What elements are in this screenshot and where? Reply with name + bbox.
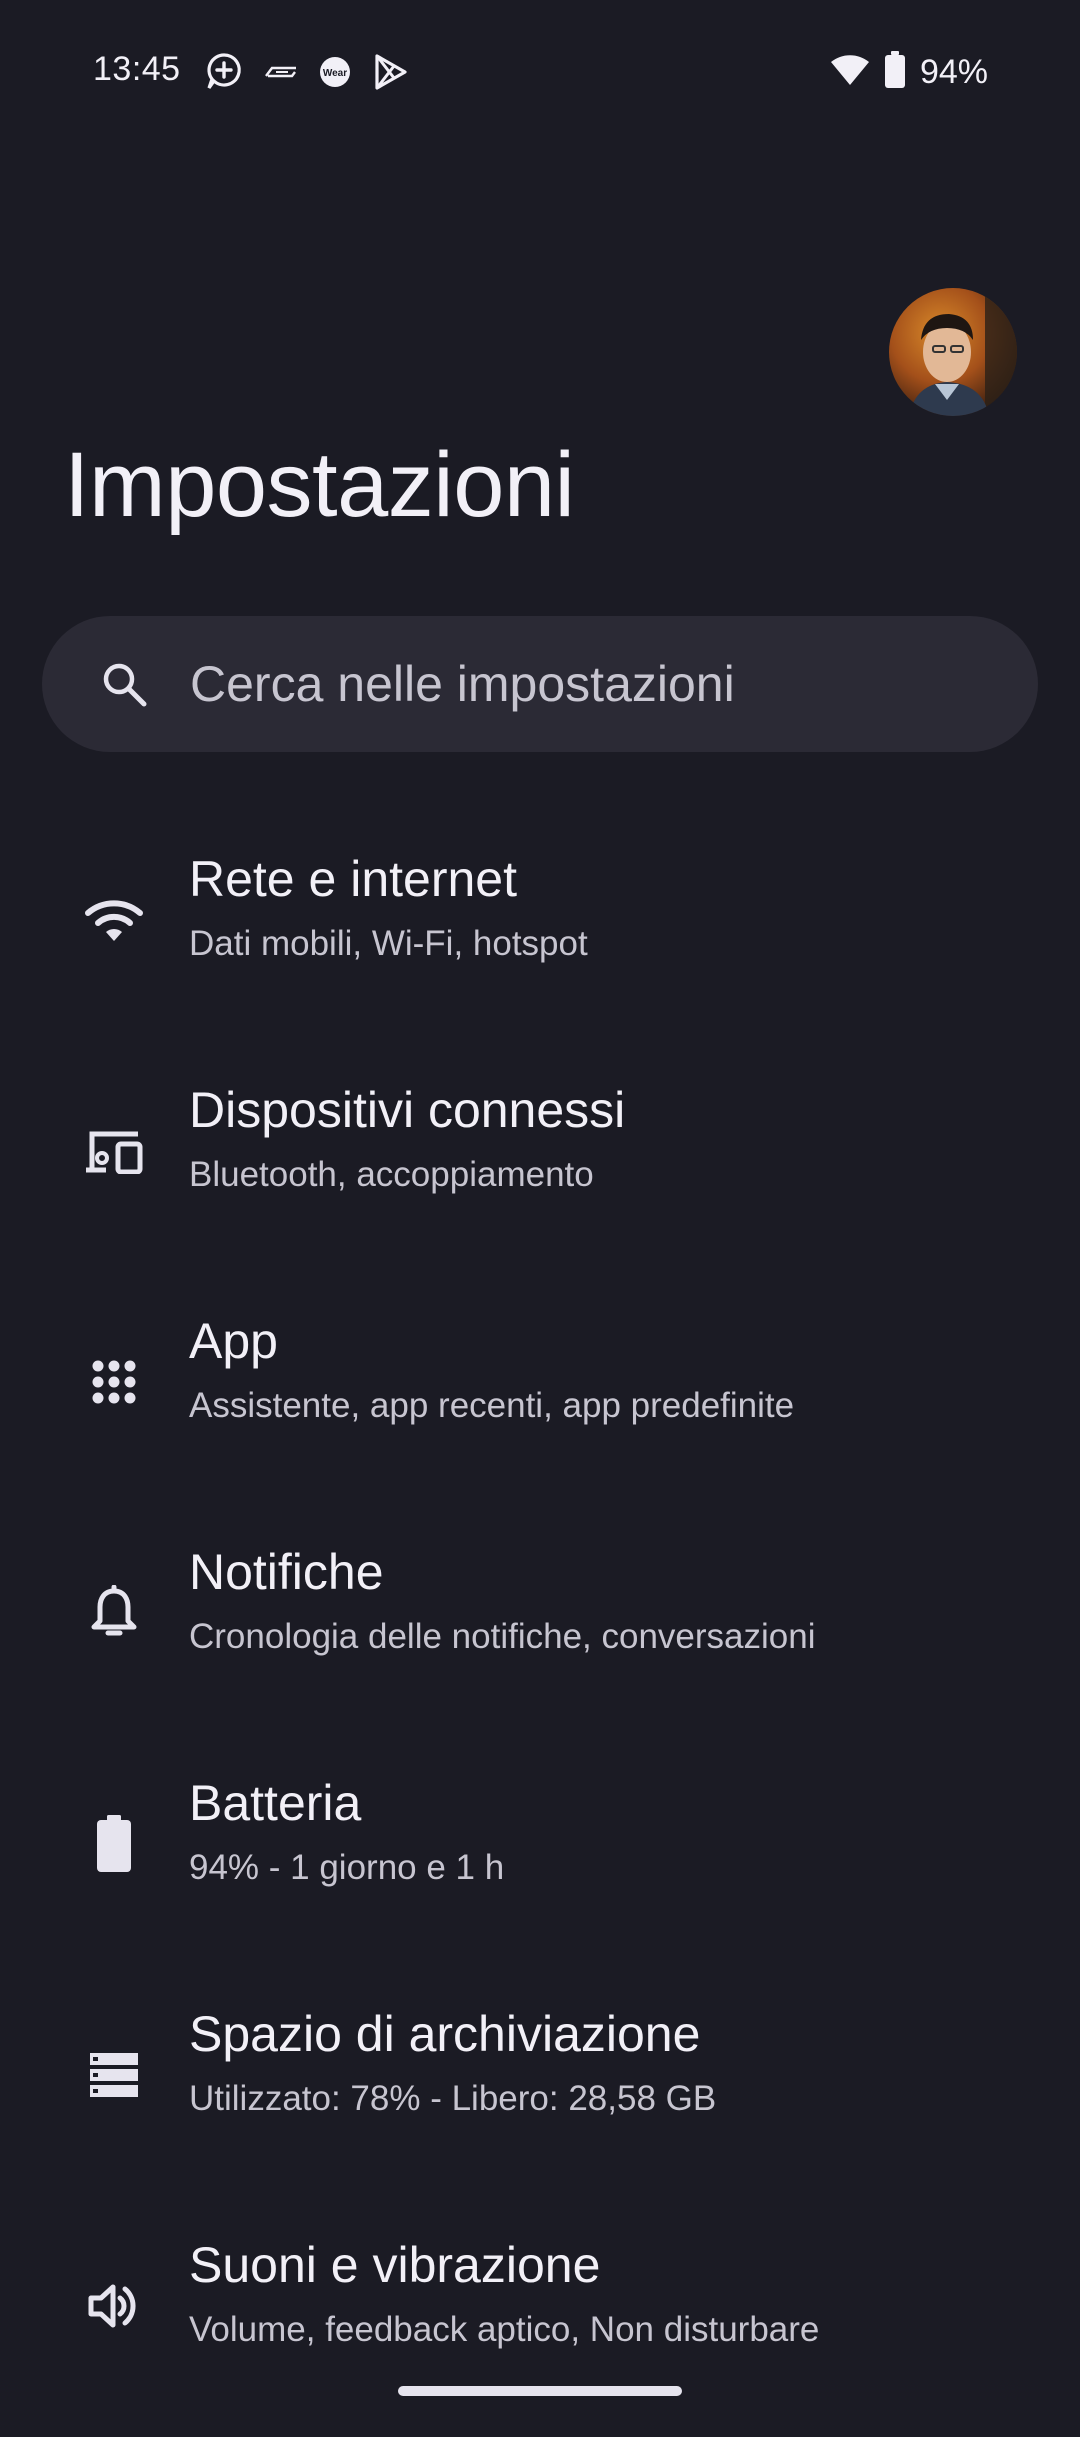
settings-item-title: Rete e internet: [189, 851, 517, 907]
battery-percentage: 94%: [919, 52, 988, 91]
settings-item-title: Suoni e vibrazione: [189, 2237, 601, 2293]
brand-logo-icon: [262, 65, 298, 79]
play-store-icon: [372, 52, 408, 92]
settings-item-connected-devices[interactable]: Dispositivi connessi Bluetooth, accoppia…: [0, 1051, 1080, 1282]
settings-item-title: Batteria: [189, 1775, 362, 1831]
settings-item-subtitle: Dati mobili, Wi-Fi, hotspot: [189, 924, 588, 963]
settings-item-subtitle: Bluetooth, accoppiamento: [189, 1155, 594, 1194]
profile-avatar[interactable]: [889, 288, 1017, 416]
wifi-icon: [830, 54, 870, 91]
storage-icon: [82, 2043, 146, 2107]
page-title: Impostazioni: [64, 434, 575, 536]
settings-item-sound[interactable]: Suoni e vibrazione Volume, feedback apti…: [0, 2206, 1080, 2437]
assistant-plus-icon: [206, 52, 242, 92]
settings-item-title: App: [189, 1313, 278, 1369]
settings-item-title: Spazio di archiviazione: [189, 2006, 701, 2062]
settings-item-subtitle: Assistente, app recenti, app predefinite: [189, 1386, 795, 1425]
wifi-icon: [82, 888, 146, 952]
settings-item-apps[interactable]: App Assistente, app recenti, app predefi…: [0, 1282, 1080, 1513]
connected-devices-icon: [82, 1119, 146, 1183]
settings-item-subtitle: Cronologia delle notifiche, conversazion…: [189, 1617, 816, 1656]
settings-list: Rete e internet Dati mobili, Wi-Fi, hots…: [0, 820, 1080, 2437]
wear-label: Wear: [323, 68, 347, 79]
status-time: 13:45: [93, 50, 181, 88]
settings-item-network[interactable]: Rete e internet Dati mobili, Wi-Fi, hots…: [0, 820, 1080, 1051]
settings-item-subtitle: Volume, feedback aptico, Non disturbare: [189, 2310, 820, 2349]
settings-item-title: Notifiche: [189, 1544, 384, 1600]
settings-item-title: Dispositivi connessi: [189, 1082, 626, 1138]
settings-item-notifications[interactable]: Notifiche Cronologia delle notifiche, co…: [0, 1513, 1080, 1744]
search-placeholder: Cerca nelle impostazioni: [190, 656, 735, 712]
settings-item-battery[interactable]: Batteria 94% - 1 giorno e 1 h: [0, 1744, 1080, 1975]
bell-icon: [82, 1581, 146, 1645]
volume-icon: [82, 2274, 146, 2338]
wear-os-icon: Wear: [318, 55, 352, 89]
settings-item-subtitle: 94% - 1 giorno e 1 h: [189, 1848, 505, 1887]
battery-icon: [884, 50, 906, 94]
search-bar[interactable]: Cerca nelle impostazioni: [42, 616, 1038, 752]
status-bar: 13:45 Wear 94%: [0, 0, 1080, 144]
settings-item-subtitle: Utilizzato: 78% - Libero: 28,58 GB: [189, 2079, 717, 2118]
search-icon: [100, 660, 148, 708]
system-status: 94%: [830, 50, 988, 94]
battery-icon: [82, 1812, 146, 1876]
apps-grid-icon: [82, 1350, 146, 1414]
settings-item-storage[interactable]: Spazio di archiviazione Utilizzato: 78% …: [0, 1975, 1080, 2206]
notification-icons: Wear: [206, 50, 408, 94]
gesture-navigation-handle[interactable]: [398, 2386, 682, 2396]
